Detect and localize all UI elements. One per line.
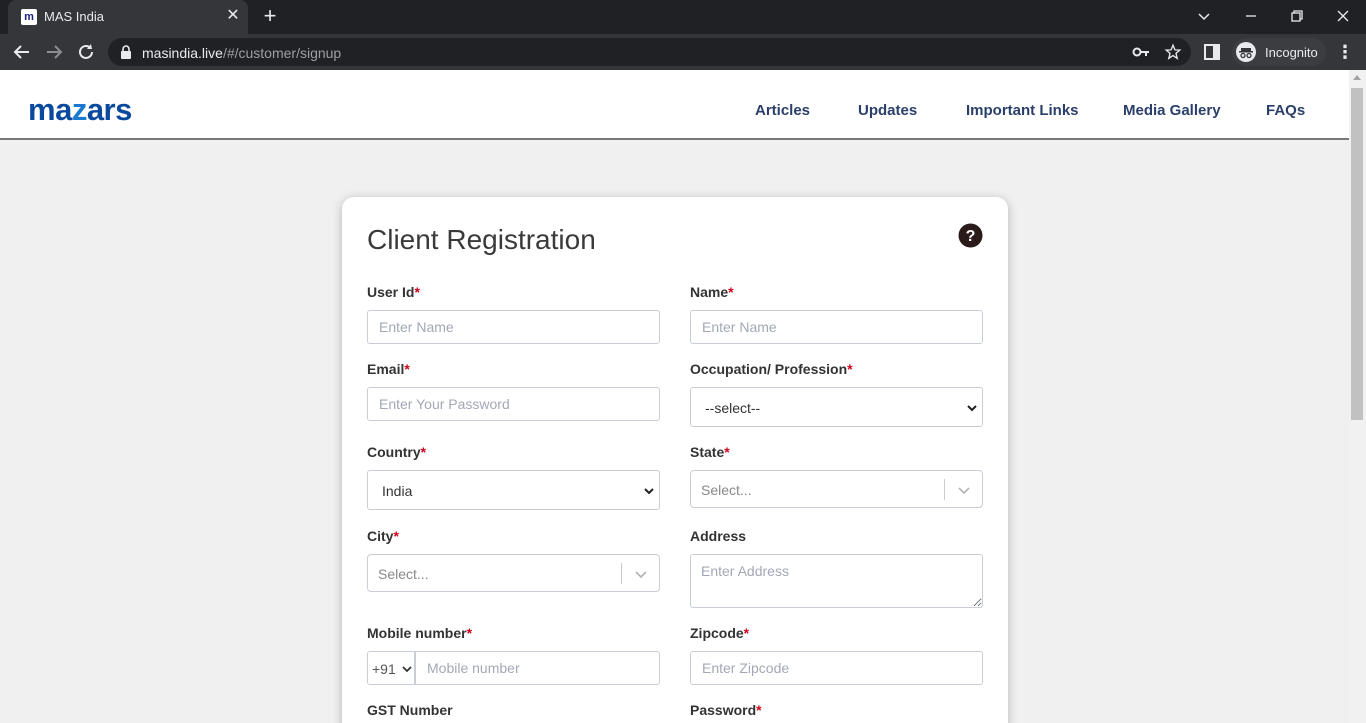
url-host: masindia.live <box>142 45 223 61</box>
country-label: Country* <box>367 444 426 460</box>
address-textarea[interactable] <box>690 554 983 608</box>
country-code-select[interactable]: +91 <box>367 651 415 685</box>
email-label: Email* <box>367 361 410 377</box>
required-marker: * <box>743 625 750 641</box>
lock-icon[interactable] <box>120 45 132 59</box>
email-input[interactable] <box>367 387 660 421</box>
city-placeholder: Select... <box>378 566 429 582</box>
chevron-down-icon <box>635 571 647 579</box>
occupation-selected-value: --select-- <box>705 400 761 416</box>
required-marker: * <box>728 284 734 300</box>
name-label-text: Name <box>690 284 729 300</box>
scroll-up-arrow-icon[interactable] <box>1353 75 1361 80</box>
restore-window-icon[interactable] <box>1285 4 1309 28</box>
browser-tab[interactable]: m MAS India ✕ <box>8 0 248 34</box>
occupation-label: Occupation/ Profession* <box>690 361 853 377</box>
country-select[interactable]: India <box>367 470 660 510</box>
incognito-badge[interactable]: Incognito <box>1232 38 1326 66</box>
url-path: /#/customer/signup <box>222 45 342 61</box>
tab-search-chevron-down-icon[interactable] <box>1192 4 1216 28</box>
page-title: Client Registration <box>367 224 596 255</box>
help-question-icon[interactable]: ? <box>958 223 983 248</box>
user-id-label: User Id* <box>367 284 420 300</box>
nav-articles[interactable]: Articles <box>755 102 810 119</box>
country-label-text: Country <box>367 444 421 460</box>
required-marker: * <box>847 361 853 377</box>
required-marker: * <box>420 444 427 460</box>
mobile-label: Mobile number* <box>367 625 472 641</box>
name-input[interactable] <box>690 310 983 344</box>
registration-card: Client Registration ? User Id* Name* Ema… <box>342 197 1008 723</box>
side-panel-icon[interactable] <box>1204 44 1220 60</box>
country-selected-value: India <box>382 483 413 499</box>
tab-title: MAS India <box>44 9 104 24</box>
required-marker: * <box>414 284 420 300</box>
back-arrow-icon[interactable] <box>10 40 34 64</box>
reload-icon[interactable] <box>74 40 98 64</box>
select-separator <box>621 563 622 584</box>
nav-faqs[interactable]: FAQs <box>1266 102 1305 119</box>
site-favicon-icon: m <box>21 9 37 25</box>
svg-text:?: ? <box>966 228 976 245</box>
zipcode-label-text: Zipcode <box>690 625 744 641</box>
required-marker: * <box>466 625 473 641</box>
bookmark-star-icon[interactable] <box>1164 43 1182 61</box>
state-label: State* <box>690 444 730 460</box>
state-placeholder: Select... <box>701 482 752 498</box>
city-label-text: City <box>367 528 394 544</box>
mobile-number-input[interactable] <box>415 651 660 685</box>
state-select[interactable]: Select... <box>690 470 983 508</box>
zipcode-input[interactable] <box>690 651 983 685</box>
user-id-input[interactable] <box>367 310 660 344</box>
page-viewport: mazars Articles Updates Important Links … <box>0 70 1366 723</box>
mazars-logo[interactable]: mazars <box>28 92 132 128</box>
nav-important-links[interactable]: Important Links <box>966 102 1079 119</box>
required-marker: * <box>756 702 762 718</box>
site-header: mazars Articles Updates Important Links … <box>0 70 1349 140</box>
chevron-down-icon <box>958 487 970 495</box>
city-select[interactable]: Select... <box>367 554 660 592</box>
mobile-label-text: Mobile number <box>367 625 467 641</box>
country-code-value: +91 <box>372 661 396 677</box>
required-marker: * <box>724 444 730 460</box>
password-label-text: Password <box>690 702 757 718</box>
close-tab-icon[interactable]: ✕ <box>224 7 242 25</box>
email-label-text: Email <box>367 361 405 377</box>
password-key-icon[interactable] <box>1132 45 1150 59</box>
required-marker: * <box>393 528 399 544</box>
logo-part-1: ma <box>28 92 72 127</box>
browser-tab-strip: m MAS India ✕ + <box>0 0 1366 34</box>
chevron-down-icon <box>967 405 977 412</box>
page-scrollbar[interactable] <box>1349 70 1366 723</box>
address-label: Address <box>690 528 747 544</box>
browser-toolbar: masindia.live/#/customer/signup Incognit… <box>0 34 1366 70</box>
more-menu-icon[interactable]: ⋮ <box>1336 42 1354 62</box>
state-label-text: State <box>690 444 725 460</box>
address-bar[interactable]: masindia.live/#/customer/signup <box>108 38 1191 66</box>
chevron-down-icon <box>402 666 412 673</box>
zipcode-label: Zipcode* <box>690 625 749 641</box>
nav-updates[interactable]: Updates <box>858 102 917 119</box>
logo-part-z: z <box>71 92 88 127</box>
password-label: Password* <box>690 702 762 718</box>
required-marker: * <box>404 361 410 377</box>
name-label: Name* <box>690 284 734 300</box>
minimize-icon[interactable] <box>1239 4 1263 28</box>
scroll-thumb[interactable] <box>1351 88 1363 420</box>
city-label: City* <box>367 528 399 544</box>
occupation-label-text: Occupation/ Profession <box>690 361 848 377</box>
nav-media-gallery[interactable]: Media Gallery <box>1123 102 1221 119</box>
chevron-down-icon <box>644 488 654 495</box>
close-window-icon[interactable] <box>1331 4 1355 28</box>
incognito-label: Incognito <box>1265 45 1318 60</box>
incognito-icon <box>1236 42 1256 62</box>
forward-arrow-icon[interactable] <box>42 40 66 64</box>
new-tab-plus-icon[interactable]: + <box>258 5 282 29</box>
user-id-label-text: User Id <box>367 284 415 300</box>
gst-number-label: GST Number <box>367 702 453 718</box>
select-separator <box>944 479 945 500</box>
logo-part-2: ars <box>86 92 133 127</box>
url-text[interactable]: masindia.live/#/customer/signup <box>142 45 341 61</box>
occupation-select[interactable]: --select-- <box>690 387 983 427</box>
